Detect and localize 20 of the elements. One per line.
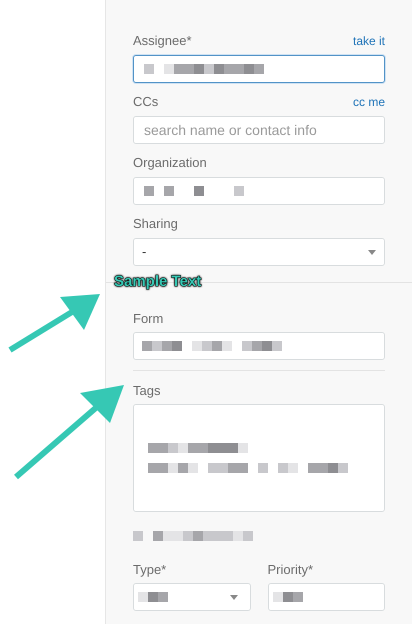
field-label: Organization [133, 154, 207, 172]
annotation-label: Sample Text [114, 273, 202, 290]
field-label: Type* [133, 561, 168, 578]
field-label: Form [133, 310, 164, 327]
field-link[interactable]: cc me [352, 93, 385, 111]
field-label: Priority* [268, 561, 314, 578]
field-label: CCs [133, 92, 158, 110]
select-field[interactable]: - [133, 238, 385, 266]
input-field[interactable] [133, 55, 385, 83]
select-field[interactable] [133, 332, 385, 360]
field-label: Sharing [133, 214, 178, 233]
field-link[interactable]: take it [352, 32, 385, 50]
caret-icon [230, 594, 238, 600]
select-field[interactable] [133, 583, 250, 611]
select-field[interactable] [268, 583, 385, 611]
caret-icon [368, 250, 376, 254]
field-label: Tags [133, 382, 162, 399]
tags-field[interactable] [133, 404, 385, 512]
field-label: Assignee* [133, 32, 192, 50]
select-value: - [142, 243, 146, 262]
